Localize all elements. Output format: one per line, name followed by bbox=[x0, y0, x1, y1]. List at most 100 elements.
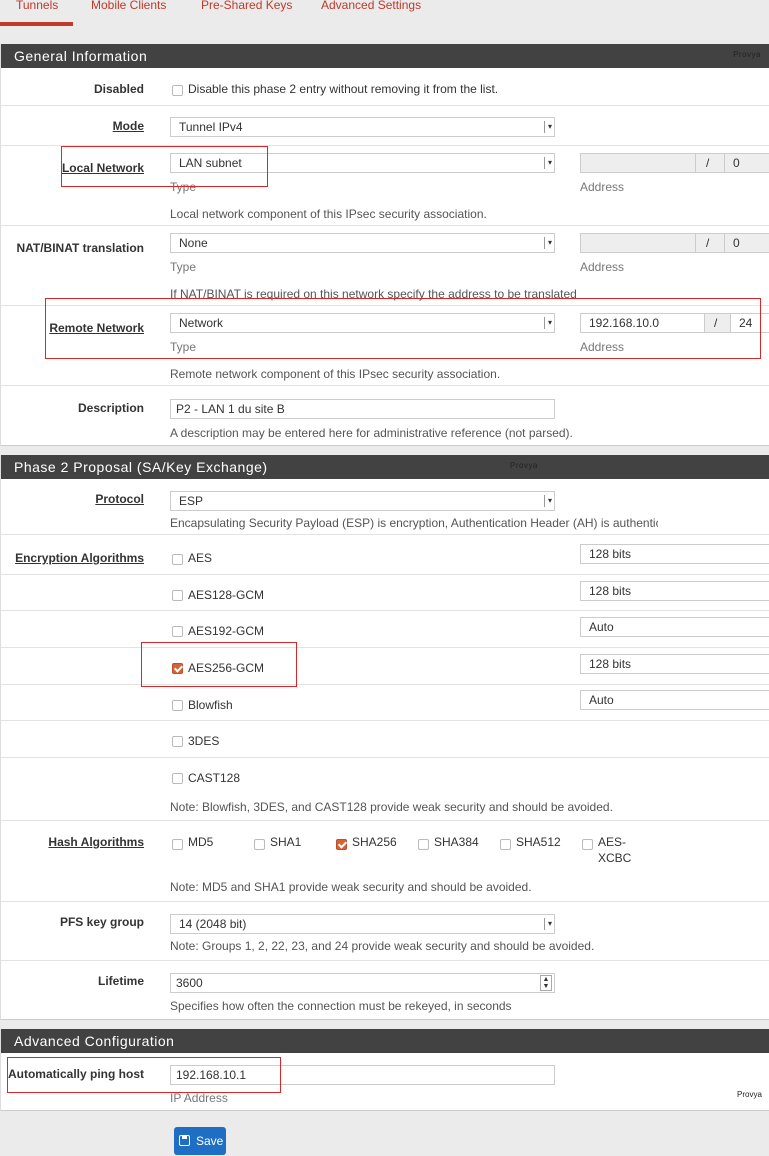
local-network-type-select[interactable]: LAN subnet ▾ bbox=[170, 153, 555, 173]
protocol-row: Protocol ESP ▾ Encapsulating Security Pay… bbox=[1, 479, 769, 535]
aes128gcm-keylen-select[interactable]: 128 bits bbox=[580, 581, 769, 601]
tab-advanced-settings[interactable]: Advanced Settings bbox=[321, 0, 421, 12]
mode-row: Mode Tunnel IPv4 ▾ bbox=[1, 106, 769, 146]
lifetime-input[interactable]: 3600 ▲ ▼ bbox=[170, 973, 555, 993]
advanced-configuration-panel: Advanced Configuration Automatically pin… bbox=[0, 1029, 769, 1111]
encryption-row-aes256gcm: AES256-GCM 128 bits bbox=[1, 648, 769, 685]
nat-address-label: Address bbox=[580, 260, 625, 274]
aes192gcm-label: AES192-GCM bbox=[188, 624, 265, 638]
hash-note: Note: MD5 and SHA1 provide weak security… bbox=[170, 880, 532, 894]
blowfish-label: Blowfish bbox=[188, 698, 233, 712]
lifetime-label: Lifetime bbox=[97, 974, 144, 988]
tab-bar: Tunnels Mobile Clients Pre-Shared Keys A… bbox=[0, 0, 769, 28]
encryption-note: Note: Blowfish, 3DES, and CAST128 provid… bbox=[170, 800, 613, 814]
aes-xcbc-label-line2: XCBC bbox=[598, 851, 632, 865]
watermark-logo: Provya bbox=[510, 461, 538, 470]
sha384-checkbox[interactable] bbox=[418, 839, 429, 850]
nat-type-value: None bbox=[179, 236, 208, 250]
tab-tunnels[interactable]: Tunnels bbox=[16, 0, 58, 12]
chevron-down-icon: ▾ bbox=[544, 317, 552, 329]
description-row: Description P2 - LAN 1 du site B A descr… bbox=[1, 386, 769, 446]
aes256gcm-label: AES256-GCM bbox=[188, 661, 265, 675]
nat-type-select[interactable]: None ▾ bbox=[170, 233, 555, 253]
aes-checkbox[interactable] bbox=[172, 554, 183, 565]
pfs-row: PFS key group 14 (2048 bit) ▾ Note: Group… bbox=[1, 902, 769, 961]
local-network-type-label: Type bbox=[170, 180, 197, 194]
local-network-address-input[interactable] bbox=[580, 153, 696, 173]
pfs-select[interactable]: 14 (2048 bit) ▾ bbox=[170, 914, 555, 934]
3des-label: 3DES bbox=[188, 734, 220, 748]
local-network-row: Local Network LAN subnet ▾ Type / 0 Addre… bbox=[1, 146, 769, 226]
aes128gcm-checkbox[interactable] bbox=[172, 590, 183, 601]
panel-heading: General Information Provya bbox=[1, 44, 769, 68]
pfs-label: PFS key group bbox=[59, 915, 144, 929]
general-information-panel: General Information Provya Disabled Disa… bbox=[0, 44, 769, 446]
md5-checkbox[interactable] bbox=[172, 839, 183, 850]
slash-separator: / bbox=[695, 233, 725, 253]
aes128gcm-label: AES128-GCM bbox=[188, 588, 265, 602]
disabled-text: Disable this phase 2 entry without remov… bbox=[188, 82, 499, 96]
encryption-row-aes: Encryption Algorithms AES 128 bits bbox=[1, 538, 769, 575]
aes192gcm-keylen-select[interactable]: Auto bbox=[580, 617, 769, 637]
local-network-mask-input[interactable]: 0 bbox=[724, 153, 769, 173]
nat-address-input[interactable] bbox=[580, 233, 696, 253]
panel-title: General Information bbox=[14, 48, 148, 64]
remote-network-type-value: Network bbox=[179, 316, 224, 330]
disabled-label: Disabled bbox=[93, 82, 144, 96]
lifetime-row: Lifetime 3600 ▲ ▼ Specifies how often the… bbox=[1, 961, 769, 1020]
chevron-down-icon: ▾ bbox=[544, 918, 552, 930]
lifetime-help: Specifies how often the connection must … bbox=[170, 999, 512, 1013]
encryption-row-cast128: CAST128 Note: Blowfish, 3DES, and CAST12… bbox=[1, 758, 769, 821]
remote-network-row: Remote Network Network ▾ Type 192.168.10.… bbox=[1, 306, 769, 386]
hash-algorithms-row: Hash Algorithms MD5 SHA1 SHA256 SHA384 S… bbox=[1, 821, 769, 902]
aes-label: AES bbox=[188, 551, 213, 565]
nat-binat-row: NAT/BINAT translation None ▾ Type / 0 Add… bbox=[1, 226, 769, 306]
cast128-checkbox[interactable] bbox=[172, 773, 183, 784]
remote-network-type-label: Type bbox=[170, 340, 197, 354]
aes-keylen-select[interactable]: 128 bits bbox=[580, 544, 769, 564]
phase2-proposal-panel: Phase 2 Proposal (SA/Key Exchange) Provy… bbox=[0, 455, 769, 1020]
watermark-logo: Provya bbox=[733, 50, 761, 59]
aes256gcm-keylen-select[interactable]: 128 bits bbox=[580, 654, 769, 674]
ping-host-input[interactable]: 192.168.10.1 bbox=[170, 1065, 555, 1085]
aes192gcm-checkbox[interactable] bbox=[172, 626, 183, 637]
encryption-algorithms-label: Encryption Algorithms bbox=[15, 551, 144, 565]
blowfish-checkbox[interactable] bbox=[172, 700, 183, 711]
panel-heading: Advanced Configuration bbox=[1, 1029, 769, 1053]
remote-network-address-input[interactable]: 192.168.10.0 bbox=[580, 313, 705, 333]
aes-xcbc-checkbox[interactable] bbox=[582, 839, 593, 850]
sha512-checkbox[interactable] bbox=[500, 839, 511, 850]
protocol-label: Protocol bbox=[95, 492, 144, 506]
nat-mask-input[interactable]: 0 bbox=[724, 233, 769, 253]
aes-xcbc-label: AES- bbox=[598, 835, 627, 849]
protocol-select[interactable]: ESP ▾ bbox=[170, 491, 555, 511]
remote-network-mask-input[interactable]: 24 bbox=[730, 313, 769, 333]
remote-network-label: Remote Network bbox=[49, 321, 144, 335]
sha1-checkbox[interactable] bbox=[254, 839, 265, 850]
sha384-label: SHA384 bbox=[434, 835, 479, 849]
local-network-help: Local network component of this IPsec se… bbox=[170, 207, 487, 221]
description-input[interactable]: P2 - LAN 1 du site B bbox=[170, 399, 555, 419]
slash-separator: / bbox=[704, 313, 731, 333]
local-network-label: Local Network bbox=[61, 161, 144, 175]
disabled-checkbox[interactable] bbox=[172, 85, 183, 96]
chevron-down-icon: ▾ bbox=[544, 495, 552, 507]
sha256-checkbox[interactable] bbox=[336, 839, 347, 850]
pfs-note: Note: Groups 1, 2, 22, 23, and 24 provid… bbox=[170, 939, 595, 953]
save-button[interactable]: Save bbox=[174, 1127, 226, 1155]
active-tab-indicator bbox=[0, 22, 73, 26]
mode-select[interactable]: Tunnel IPv4 ▾ bbox=[170, 117, 555, 137]
aes256gcm-checkbox[interactable] bbox=[172, 663, 183, 674]
protocol-value: ESP bbox=[179, 494, 204, 508]
3des-checkbox[interactable] bbox=[172, 736, 183, 747]
lifetime-value: 3600 bbox=[176, 976, 203, 990]
sha1-label: SHA1 bbox=[270, 835, 302, 849]
blowfish-keylen-select[interactable]: Auto bbox=[580, 690, 769, 710]
tab-mobile-clients[interactable]: Mobile Clients bbox=[91, 0, 166, 12]
encryption-row-aes128gcm: AES128-GCM 128 bits bbox=[1, 575, 769, 611]
mode-label: Mode bbox=[112, 119, 144, 133]
stepper-icon[interactable]: ▲ ▼ bbox=[540, 975, 552, 991]
tab-pre-shared-keys[interactable]: Pre-Shared Keys bbox=[201, 0, 292, 12]
hash-algorithms-label: Hash Algorithms bbox=[48, 835, 144, 849]
remote-network-type-select[interactable]: Network ▾ bbox=[170, 313, 555, 333]
